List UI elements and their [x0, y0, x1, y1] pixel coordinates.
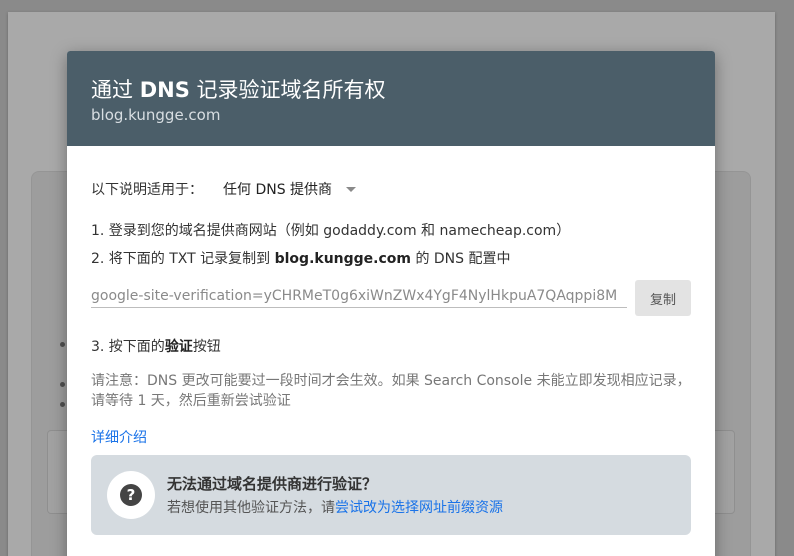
- background-bullet: [60, 342, 65, 347]
- help-box: ? 无法通过域名提供商进行验证？ 若想使用其他验证方法，请尝试改为选择网址前缀资…: [91, 455, 691, 535]
- applies-to-row: 以下说明适用于： 任何 DNS 提供商: [91, 179, 357, 199]
- url-prefix-property-link[interactable]: 尝试改为选择网址前缀资源: [335, 500, 503, 516]
- copy-button[interactable]: 复制: [635, 280, 691, 316]
- step-3: 3. 按下面的验证按钮: [91, 339, 221, 355]
- dialog-header: 通过 DNS 记录验证域名所有权 blog.kungge.com: [67, 51, 715, 146]
- learn-more-link[interactable]: 详细介绍: [91, 427, 147, 447]
- help-title: 无法通过域名提供商进行验证？: [167, 475, 378, 493]
- background-bullet: [60, 402, 65, 407]
- background-bullet: [60, 382, 65, 387]
- help-text: 无法通过域名提供商进行验证？ 若想使用其他验证方法，请尝试改为选择网址前缀资源: [167, 473, 503, 517]
- svg-text:?: ?: [127, 486, 136, 504]
- dialog-title: 通过 DNS 记录验证域名所有权: [91, 78, 386, 102]
- question-mark-icon: ?: [120, 484, 142, 506]
- step-1: 1. 登录到您的域名提供商网站（例如 godaddy.com 和 nameche…: [91, 223, 571, 239]
- txt-record-value[interactable]: google-site-verification=yCHRMeT0g6xiWnZ…: [91, 288, 627, 308]
- dropdown-caret-icon: [346, 186, 357, 192]
- provider-select-value: 任何 DNS 提供商: [223, 182, 333, 198]
- verify-dns-dialog: 通过 DNS 记录验证域名所有权 blog.kungge.com 以下说明适用于…: [67, 51, 715, 556]
- provider-select[interactable]: 任何 DNS 提供商: [223, 179, 357, 199]
- propagation-note: 请注意：DNS 更改可能要过一段时间才会生效。如果 Search Console…: [91, 373, 691, 409]
- dialog-subtitle: blog.kungge.com: [91, 106, 221, 124]
- help-description: 若想使用其他验证方法，请尝试改为选择网址前缀资源: [167, 500, 503, 516]
- txt-record-row: google-site-verification=yCHRMeT0g6xiWnZ…: [91, 280, 691, 316]
- help-circle: ?: [107, 471, 155, 519]
- applies-to-label: 以下说明适用于：: [91, 182, 203, 198]
- step-2: 2. 将下面的 TXT 记录复制到 blog.kungge.com 的 DNS …: [91, 251, 511, 267]
